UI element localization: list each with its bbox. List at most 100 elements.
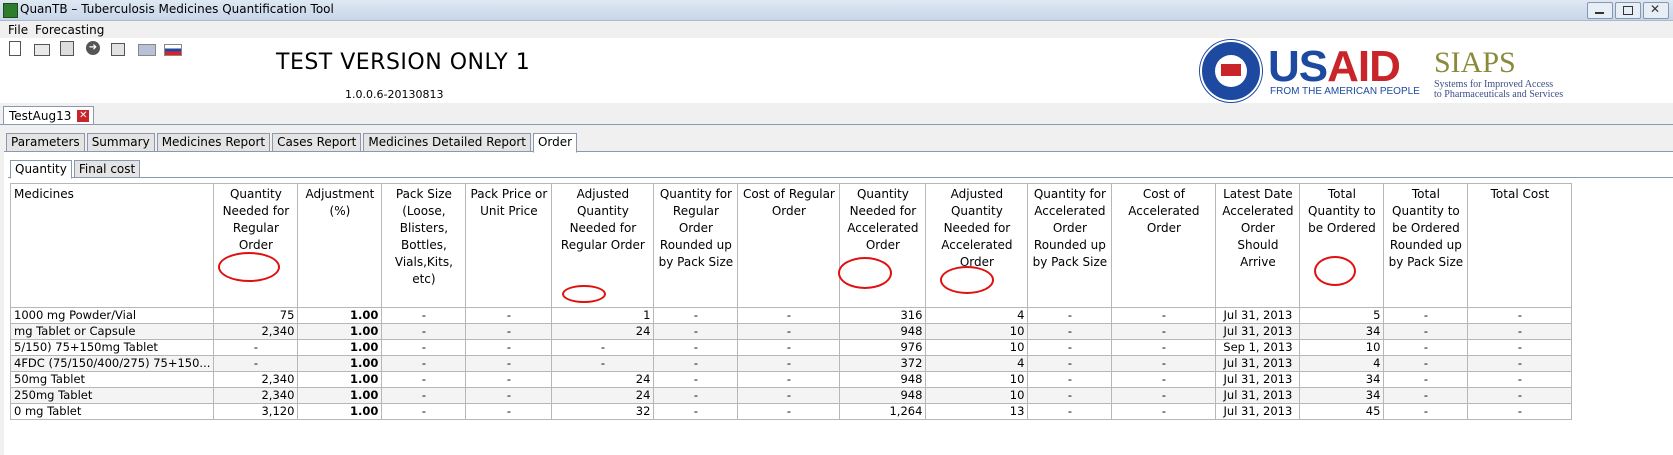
table-cell: 10: [925, 371, 1029, 388]
table-cell: -: [381, 355, 467, 372]
table-cell: 10: [925, 387, 1029, 404]
column-header[interactable]: Medicines: [9, 183, 215, 308]
table-cell: 32: [551, 403, 655, 420]
title-bar: QuanTB – Tuberculosis Medicines Quantifi…: [0, 0, 1673, 21]
table-cell: -: [737, 323, 841, 340]
column-header[interactable]: Pack Price or Unit Price: [465, 183, 553, 308]
medicine-name-cell: 1000 mg Powder/Vial: [9, 307, 215, 324]
header: ➜ TEST VERSION ONLY 1 1.0.0.6-20130813 U…: [0, 38, 1673, 103]
date-cell: Jul 31, 2013: [1215, 355, 1301, 372]
menu-forecasting[interactable]: Forecasting: [35, 23, 104, 37]
column-header[interactable]: Cost of Regular Order: [737, 183, 841, 308]
table-cell: -: [1383, 339, 1469, 356]
table-cell: -: [1383, 355, 1469, 372]
usaid-logo: USAID: [1268, 42, 1401, 91]
table-cell: -: [1467, 387, 1573, 404]
table-cell: -: [381, 307, 467, 324]
medicine-name-cell: 50mg Tablet: [9, 371, 215, 388]
date-cell: Jul 31, 2013: [1215, 323, 1301, 340]
tab-cases-report[interactable]: Cases Report: [272, 133, 362, 152]
document-tab[interactable]: TestAug13 ✕: [3, 106, 95, 125]
column-header[interactable]: Quantity Needed for Regular Order: [213, 183, 299, 308]
app-icon: [3, 3, 18, 18]
table-cell: -: [1467, 355, 1573, 372]
table-cell: -: [1027, 323, 1113, 340]
table-cell: -: [1111, 387, 1217, 404]
table-cell: -: [737, 403, 841, 420]
forward-arrow-icon[interactable]: ➜: [86, 41, 100, 55]
adjustment-cell[interactable]: 1.00: [297, 403, 383, 420]
table-cell: -: [1383, 323, 1469, 340]
siaps-tagline: Systems for Improved Access to Pharmaceu…: [1434, 79, 1564, 100]
date-cell: Jul 31, 2013: [1215, 371, 1301, 388]
table-cell: -: [737, 387, 841, 404]
table-cell: -: [465, 307, 553, 324]
table-cell: 10: [925, 323, 1029, 340]
table-cell: -: [1027, 371, 1113, 388]
tab-medicines-report[interactable]: Medicines Report: [156, 133, 271, 152]
table-cell: 4: [1299, 355, 1385, 372]
table-cell: -: [1383, 371, 1469, 388]
table-row[interactable]: 0 mg Tablet 3,120 1.00- -32- -1,264 13- - Jul 3…: [9, 403, 1573, 420]
column-header[interactable]: Total Cost: [1467, 183, 1573, 308]
table-cell: 24: [551, 371, 655, 388]
table-cell: -: [737, 355, 841, 372]
column-header[interactable]: Total Quantity to be Ordered: [1299, 183, 1385, 308]
maximize-button[interactable]: [1615, 2, 1641, 19]
open-folder-icon[interactable]: [34, 44, 50, 56]
table-row[interactable]: 4FDC (75/150/400/275) 75+150... -1.00- - - -…: [9, 355, 1573, 372]
adjustment-cell[interactable]: 1.00: [297, 387, 383, 404]
table-cell: -: [1383, 387, 1469, 404]
table-row[interactable]: 5/150) 75+150mg Tablet -1.00- - - - -976 10- - S…: [9, 339, 1573, 356]
column-header[interactable]: Quantity for Accelerated Order Rounded u…: [1027, 183, 1113, 308]
table-row[interactable]: mg Tablet or Capsule 2,340 1.00- -24- -948 10…: [9, 323, 1573, 340]
table-cell: -: [465, 339, 553, 356]
window-title: QuanTB – Tuberculosis Medicines Quantifi…: [20, 2, 334, 16]
annotation-circle: [838, 257, 892, 289]
medicine-name-cell: 5/150) 75+150mg Tablet: [9, 339, 215, 356]
save-icon[interactable]: [60, 41, 74, 56]
table-header-row: Medicines Quantity Needed for Regular Ord…: [9, 183, 1573, 308]
adjustment-cell[interactable]: 1.00: [297, 307, 383, 324]
adjustment-cell[interactable]: 1.00: [297, 371, 383, 388]
table-cell: -: [381, 339, 467, 356]
tab-medicines-detailed-report[interactable]: Medicines Detailed Report: [363, 133, 531, 152]
siaps-logo: SIAPS: [1434, 46, 1516, 79]
close-window-button[interactable]: [1643, 2, 1669, 19]
column-header[interactable]: Cost of Accelerated Order: [1111, 183, 1217, 308]
column-header[interactable]: Pack Size (Loose, Blisters, Bottles, Via…: [381, 183, 467, 308]
english-flag-icon[interactable]: [138, 44, 156, 56]
table-cell: -: [1467, 371, 1573, 388]
russian-flag-icon[interactable]: [164, 44, 182, 56]
menu-file[interactable]: File: [8, 23, 28, 37]
table-cell: -: [1467, 323, 1573, 340]
tab-order[interactable]: Order: [532, 133, 578, 153]
subtab-quantity[interactable]: Quantity: [10, 160, 72, 179]
column-header[interactable]: Adjustment (%): [297, 183, 383, 308]
table-cell: -: [737, 339, 841, 356]
adjustment-cell[interactable]: 1.00: [297, 355, 383, 372]
column-header[interactable]: Quantity for Regular Order Rounded up by…: [653, 183, 739, 308]
medicine-name-cell: 4FDC (75/150/400/275) 75+150...: [9, 355, 215, 372]
table-cell: 3,120: [213, 403, 299, 420]
tab-summary[interactable]: Summary: [86, 133, 155, 152]
adjustment-cell[interactable]: 1.00: [297, 323, 383, 340]
column-header[interactable]: Quantity Needed for Accelerated Order: [839, 183, 927, 308]
column-header[interactable]: Total Quantity to be Ordered Rounded up …: [1383, 183, 1469, 308]
table-row[interactable]: 1000 mg Powder/Vial 75 1.00- -1- -316 4- - Jul …: [9, 307, 1573, 324]
subtab-final-cost[interactable]: Final cost: [73, 160, 141, 178]
adjustment-cell[interactable]: 1.00: [297, 339, 383, 356]
minimize-button[interactable]: [1587, 2, 1613, 19]
table-row[interactable]: 50mg Tablet 2,340 1.00- -24- -948 10- - Jul 31,…: [9, 371, 1573, 388]
table-cell: -: [653, 371, 739, 388]
table-row[interactable]: 250mg Tablet 2,340 1.00- -24- -948 10- - Jul 31…: [9, 387, 1573, 404]
table-cell: -: [1111, 403, 1217, 420]
table-cell: -: [737, 307, 841, 324]
export-excel-icon[interactable]: [111, 43, 125, 56]
close-tab-icon[interactable]: ✕: [77, 110, 90, 122]
column-header[interactable]: Latest Date Accelerated Order Should Arr…: [1215, 183, 1301, 308]
table-cell: -: [1383, 307, 1469, 324]
tab-parameters[interactable]: Parameters: [6, 133, 85, 152]
new-file-icon[interactable]: [9, 41, 21, 56]
table-cell: -: [213, 339, 299, 356]
